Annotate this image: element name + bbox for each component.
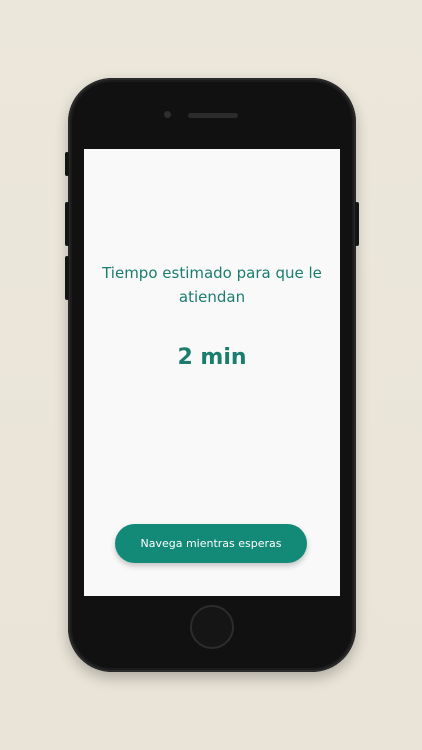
- app-screen: Tiempo estimado para que le atiendan 2 m…: [84, 149, 340, 596]
- mockup-background: Tiempo estimado para que le atiendan 2 m…: [0, 0, 422, 750]
- mute-switch: [65, 152, 69, 176]
- volume-up-button: [65, 202, 69, 246]
- power-button: [355, 202, 359, 246]
- earpiece-icon: [188, 113, 238, 118]
- home-button-icon[interactable]: [190, 605, 234, 649]
- browse-while-waiting-button[interactable]: Navega mientras esperas: [115, 524, 307, 563]
- front-camera-icon: [164, 111, 171, 118]
- estimated-wait-time: 2 min: [177, 345, 247, 370]
- estimated-wait-label: Tiempo estimado para que le atiendan: [102, 264, 322, 306]
- volume-down-button: [65, 256, 69, 300]
